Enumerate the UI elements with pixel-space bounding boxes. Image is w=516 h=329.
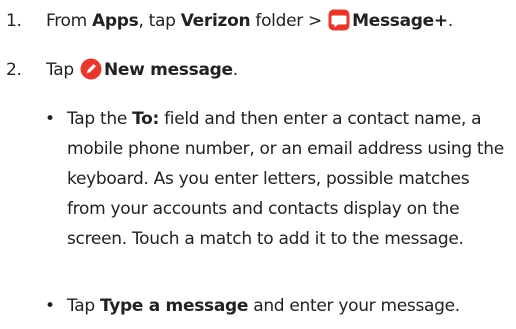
- step-number: 1.: [6, 11, 22, 31]
- bullet-to-field: • Tap the To: field and then enter a con…: [45, 104, 505, 254]
- instruction-document: 1. From Apps, tap Verizon folder > Messag…: [0, 0, 516, 329]
- bullet-text-part: and enter your message.: [248, 296, 460, 316]
- to-field-label: To:: [132, 109, 160, 129]
- app-name-label: Message+: [352, 11, 448, 31]
- message-plus-app-icon: [328, 9, 350, 37]
- step-text: From: [46, 11, 93, 31]
- type-a-message-label: Type a message: [99, 296, 249, 316]
- step-number: 2.: [6, 60, 22, 80]
- step-text: , tap: [138, 11, 181, 31]
- bullet-marker: •: [45, 296, 55, 316]
- bullet-text-part: field and then enter a contact name, a m…: [67, 109, 504, 249]
- folder-name-label: Verizon: [180, 11, 251, 31]
- step-text: folder >: [250, 11, 328, 31]
- new-message-label: New message: [103, 60, 233, 80]
- bullet-text-part: Tap: [67, 296, 100, 316]
- step-text: .: [447, 11, 453, 31]
- bullet-marker: •: [45, 109, 55, 129]
- step-1: 1. From Apps, tap Verizon folder > Messag…: [0, 9, 453, 37]
- bullet-type-message: • Tap Type a message and enter your mess…: [45, 291, 505, 321]
- new-message-pencil-icon: [80, 58, 102, 86]
- step-2: 2. Tap New message.: [0, 58, 238, 86]
- step-text: Tap: [46, 60, 79, 80]
- apps-label: Apps: [92, 11, 139, 31]
- bullet-text: Tap the To: field and then enter a conta…: [67, 104, 505, 254]
- bullet-text-part: Tap the: [67, 109, 133, 129]
- bullet-text: Tap Type a message and enter your messag…: [67, 291, 505, 321]
- step-text: .: [232, 60, 238, 80]
